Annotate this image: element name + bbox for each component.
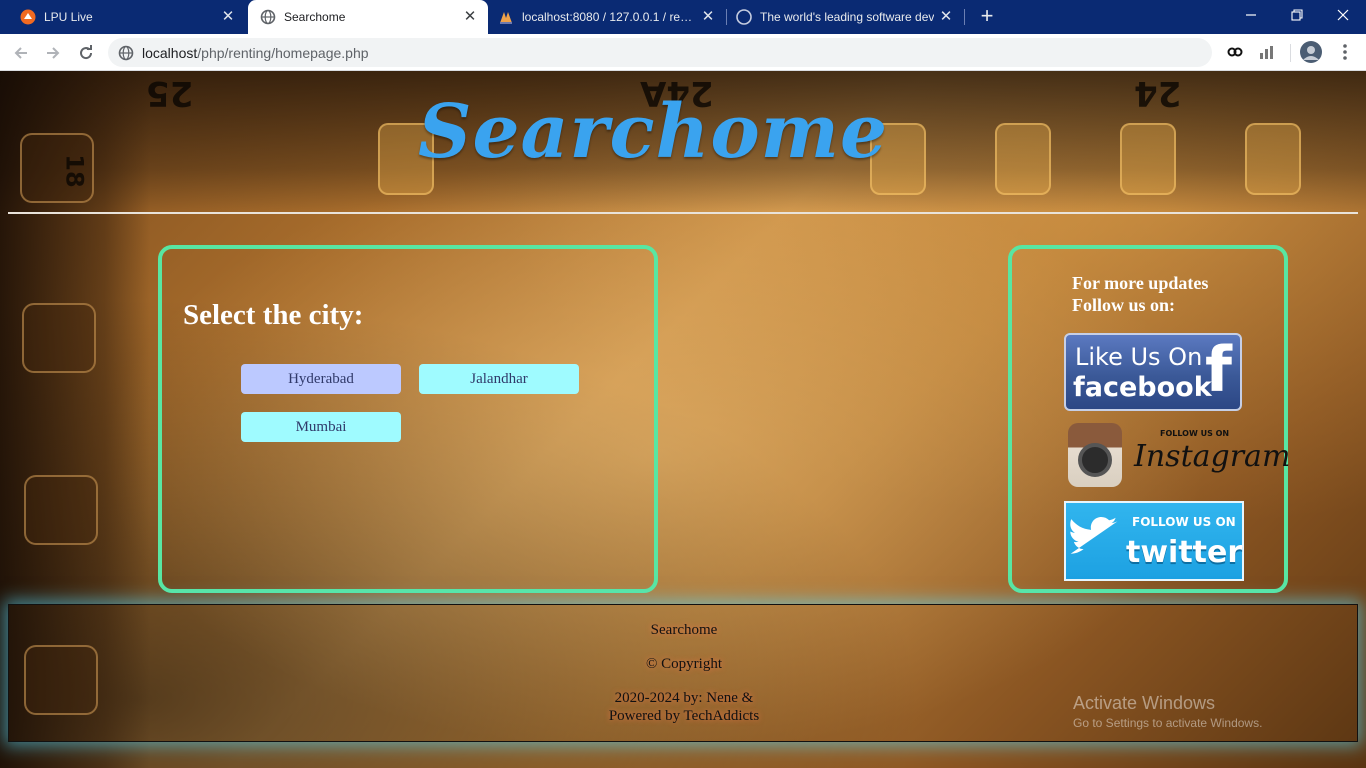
tab-title: The world's leading software dev bbox=[760, 10, 935, 24]
instagram-wordmark: Instagram bbox=[1134, 439, 1291, 474]
close-icon[interactable]: ✕ bbox=[938, 9, 954, 25]
reload-icon bbox=[80, 45, 93, 60]
close-icon[interactable]: ✕ bbox=[220, 9, 236, 25]
lpu-live-icon bbox=[20, 9, 36, 25]
github-icon bbox=[736, 9, 752, 25]
footer-copyright-text: © Copyright bbox=[646, 656, 722, 672]
close-icon[interactable]: ✕ bbox=[700, 9, 716, 25]
tab-github[interactable]: The world's leading software dev ✕ bbox=[728, 0, 964, 34]
tab-title: localhost:8080 / 127.0.0.1 / renting bbox=[522, 10, 698, 24]
browser-toolbar: localhost/php/renting/homepage.php bbox=[0, 34, 1366, 71]
tab-searchome[interactable]: Searchome ✕ bbox=[248, 0, 488, 34]
close-icon[interactable]: ✕ bbox=[462, 9, 478, 25]
tab-title: LPU Live bbox=[44, 10, 93, 24]
social-heading: For more updates Follow us on: bbox=[1072, 272, 1208, 316]
city-button-hyderabad[interactable]: Hyderabad bbox=[241, 364, 401, 394]
social-heading-line2: Follow us on: bbox=[1072, 295, 1176, 315]
forward-arrow-icon bbox=[47, 47, 60, 59]
social-panel: For more updates Follow us on: Like Us O… bbox=[1008, 245, 1290, 593]
instagram-link[interactable]: FOLLOW US ON Instagram bbox=[1068, 421, 1290, 491]
instagram-follow-text: FOLLOW US ON bbox=[1160, 429, 1230, 438]
url-path: /php/renting/homepage.php bbox=[197, 44, 369, 61]
site-logo-title: Searchome bbox=[418, 89, 889, 175]
city-button-mumbai[interactable]: Mumbai bbox=[241, 412, 401, 442]
site-info-icon[interactable] bbox=[118, 45, 134, 61]
back-button[interactable] bbox=[8, 40, 34, 66]
film-number: 24 bbox=[1134, 73, 1182, 113]
twitter-bird-icon bbox=[1070, 517, 1118, 554]
windows-watermark-subtitle: Go to Settings to activate Windows. bbox=[1073, 716, 1263, 730]
footer-brand-text: Searchome bbox=[650, 622, 718, 638]
page-content: 25 24A 24 18 Searchome Select the city: … bbox=[0, 71, 1366, 768]
city-button-jalandhar[interactable]: Jalandhar bbox=[419, 364, 579, 394]
facebook-line1: Like Us On bbox=[1075, 343, 1203, 371]
url-host: localhost bbox=[142, 44, 198, 61]
globe-icon bbox=[260, 9, 276, 25]
film-number: 25 bbox=[146, 73, 194, 113]
address-bar[interactable]: localhost/php/renting/homepage.php bbox=[108, 38, 1212, 67]
footer-copyright: © Copyright bbox=[9, 656, 1359, 673]
footer-credit-text: 2020-2024 by: Nene & bbox=[614, 690, 754, 706]
stats-extension-icon[interactable] bbox=[1256, 41, 1278, 63]
toolbar-separator bbox=[1290, 44, 1291, 62]
facebook-link[interactable]: Like Us On facebook f bbox=[1064, 333, 1242, 411]
film-frame-hole bbox=[1245, 123, 1301, 195]
close-window-button[interactable] bbox=[1320, 0, 1366, 30]
windows-watermark-title: Activate Windows bbox=[1073, 693, 1216, 713]
tab-phpmyadmin[interactable]: localhost:8080 / 127.0.0.1 / renting ✕ bbox=[490, 0, 726, 34]
restore-button[interactable] bbox=[1274, 0, 1320, 30]
tab-strip: LPU Live ✕ Searchome ✕ localhost:8080 / … bbox=[0, 0, 1366, 34]
film-frame-hole bbox=[1120, 123, 1176, 195]
film-hole bbox=[22, 303, 96, 373]
reload-button[interactable] bbox=[73, 40, 99, 66]
film-number: 18 bbox=[60, 154, 89, 188]
film-frame-hole bbox=[995, 123, 1051, 195]
facebook-icon: f bbox=[1205, 333, 1232, 406]
city-heading: Select the city: bbox=[183, 299, 364, 331]
page-footer: Searchome © Copyright 2020-2024 by: Nene… bbox=[8, 604, 1358, 742]
url-text: localhost/php/renting/homepage.php bbox=[142, 45, 369, 61]
camera-lens bbox=[1078, 443, 1112, 477]
facebook-line2: facebook bbox=[1073, 372, 1212, 403]
twitter-follow-text: FOLLOW US ON bbox=[1132, 515, 1236, 529]
phpmyadmin-icon bbox=[498, 9, 514, 25]
new-tab-button[interactable]: + bbox=[976, 5, 998, 28]
footer-powered-text: Powered by TechAddicts bbox=[608, 708, 760, 724]
extension-icon[interactable] bbox=[1224, 41, 1246, 63]
tab-separator bbox=[726, 9, 727, 25]
tab-title: Searchome bbox=[284, 10, 346, 24]
instagram-camera-icon bbox=[1068, 423, 1122, 487]
footer-brand: Searchome bbox=[9, 622, 1359, 639]
tab-separator bbox=[964, 9, 965, 25]
social-heading-line1: For more updates bbox=[1072, 273, 1209, 293]
header-divider bbox=[8, 212, 1358, 214]
twitter-link[interactable]: FOLLOW US ON twitter bbox=[1064, 501, 1244, 581]
tab-lpu-live[interactable]: LPU Live ✕ bbox=[0, 0, 246, 34]
forward-button[interactable] bbox=[40, 40, 66, 66]
film-hole bbox=[24, 475, 98, 545]
menu-icon[interactable] bbox=[1334, 41, 1356, 63]
city-selection-panel: Select the city: Hyderabad Jalandhar Mum… bbox=[158, 245, 658, 593]
profile-avatar[interactable] bbox=[1300, 41, 1322, 63]
minimize-button[interactable] bbox=[1228, 0, 1274, 30]
twitter-wordmark: twitter bbox=[1126, 535, 1243, 570]
back-arrow-icon bbox=[14, 47, 27, 59]
